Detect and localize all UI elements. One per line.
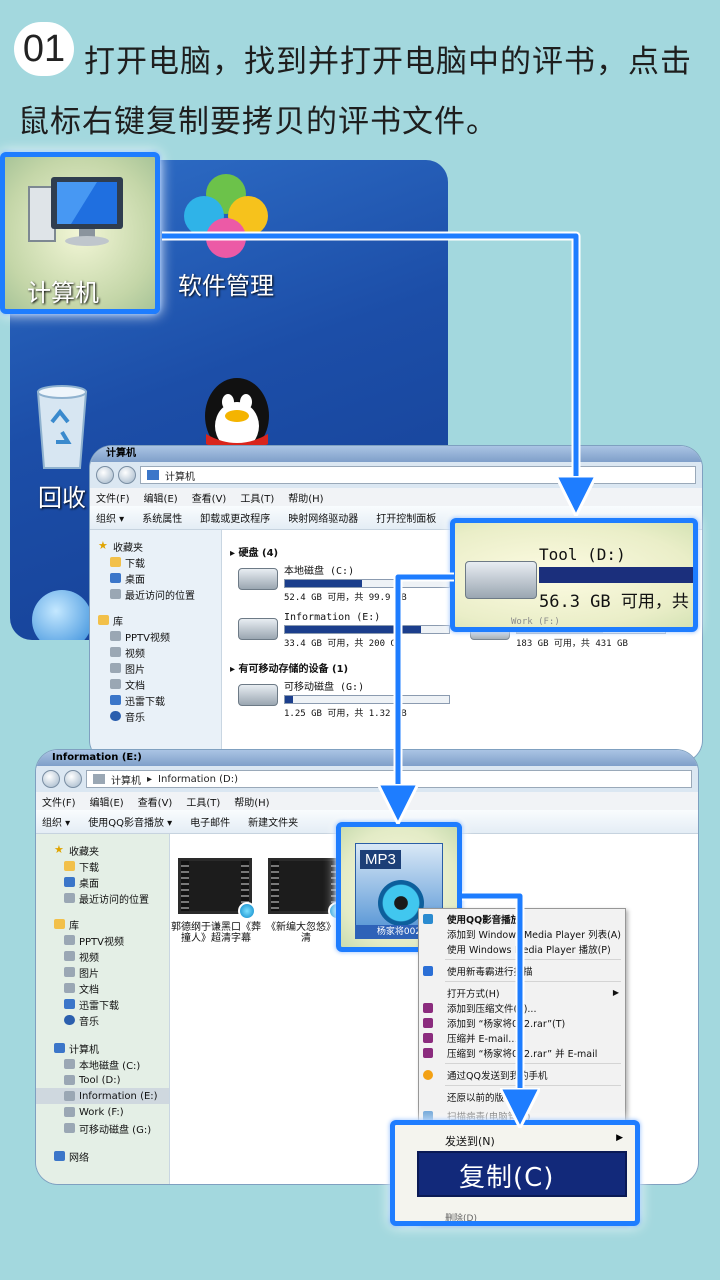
guide-arrows bbox=[162, 231, 720, 1280]
arrow-mp3-to-copy bbox=[462, 893, 520, 1108]
arrow-tool-to-mp3 bbox=[398, 574, 454, 804]
arrow-computer-to-tool bbox=[162, 233, 576, 496]
